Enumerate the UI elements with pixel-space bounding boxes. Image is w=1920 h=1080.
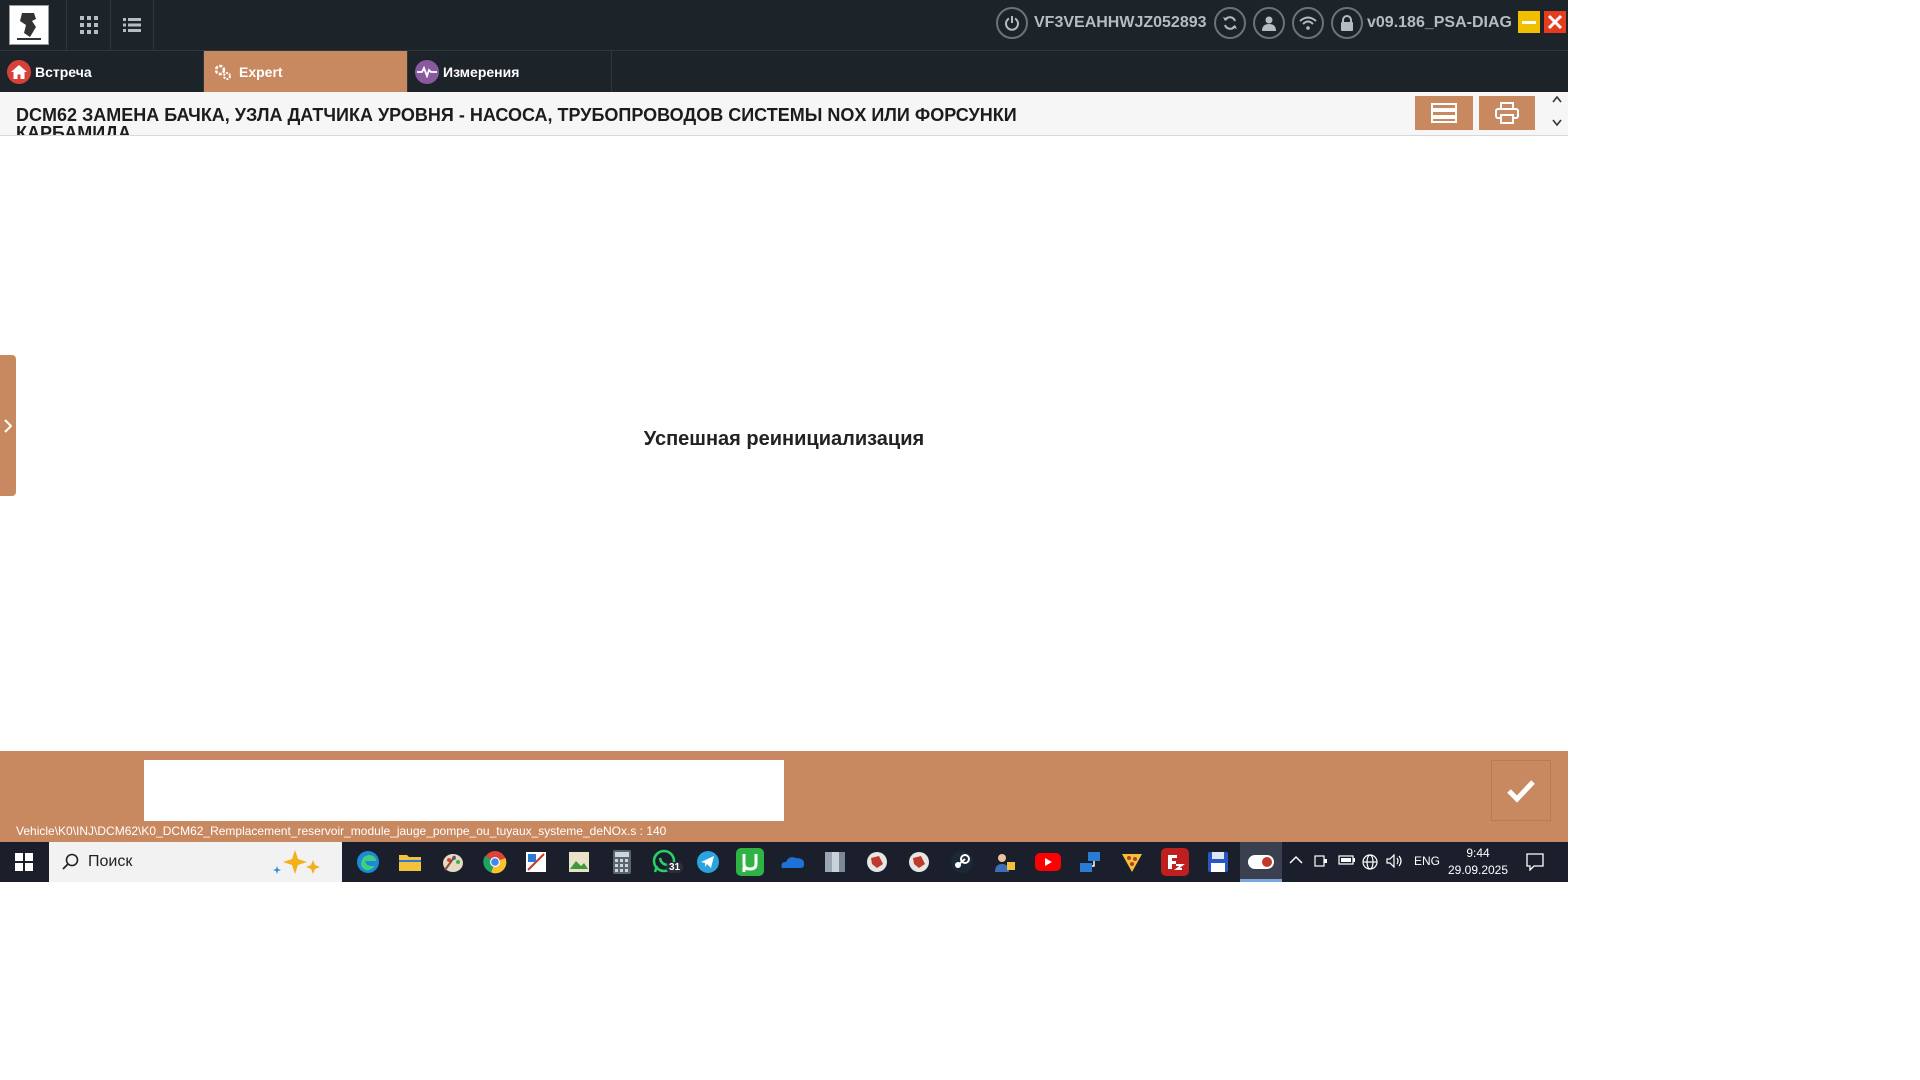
device-icon[interactable] [1313, 854, 1329, 871]
home-icon [7, 60, 31, 84]
save-app-icon[interactable] [1204, 848, 1232, 876]
version-label: v09.186_PSA-DIAG [1367, 14, 1512, 31]
globe-icon[interactable] [1362, 854, 1378, 873]
lock-button[interactable] [1331, 7, 1363, 39]
active-app-tile[interactable] [1240, 842, 1282, 882]
tab-expert-label: Expert [239, 64, 283, 80]
notification-icon [1526, 853, 1544, 872]
peugeot-logo[interactable] [9, 5, 49, 45]
clock-date: 29.09.2025 [1447, 863, 1509, 877]
winrar-icon[interactable] [821, 848, 849, 876]
apps-grid-button[interactable] [66, 0, 110, 50]
copilot-sparkle-icon [273, 850, 320, 874]
language-indicator[interactable]: ENG [1414, 854, 1440, 868]
steam-icon[interactable] [948, 848, 976, 876]
calculator-icon[interactable] [608, 848, 636, 876]
battery-icon[interactable] [1338, 854, 1356, 869]
list-view-button[interactable] [110, 0, 154, 50]
tab-bar: Встреча Expert Измерения [0, 50, 1568, 93]
menu-button[interactable] [1415, 96, 1473, 130]
whatsapp-icon[interactable]: 31 [651, 848, 684, 876]
filezilla-icon[interactable] [1161, 848, 1189, 876]
clock-time: 9:44 [1466, 846, 1490, 860]
user-icon [1262, 16, 1276, 31]
power-icon [1005, 16, 1019, 31]
toggle-app-icon [1248, 855, 1274, 869]
taskbar-search[interactable]: Поиск [49, 842, 342, 882]
tab-measurements[interactable]: Измерения [408, 51, 612, 93]
start-button[interactable] [0, 842, 48, 882]
edge-icon[interactable] [354, 848, 382, 876]
file-explorer-icon[interactable] [396, 848, 424, 876]
pizza-app-icon[interactable] [1118, 848, 1146, 876]
wifi-icon [1299, 16, 1317, 30]
tray-overflow[interactable] [1289, 854, 1303, 868]
notification-center[interactable] [1526, 853, 1544, 874]
script-path: Vehicle\K0\INJ\DCM62\K0_DCM62_Remplaceme… [16, 824, 667, 838]
close-icon [1547, 14, 1563, 30]
scroll-up-arrow[interactable] [1552, 95, 1562, 106]
search-icon [62, 853, 79, 870]
gears-icon [211, 60, 235, 84]
onedrive-icon[interactable] [779, 848, 807, 876]
title-bar: DCM62 ЗАМЕНА БАЧКА, УЗЛА ДАТЧИКА УРОВНЯ … [0, 92, 1568, 136]
checkmark-icon [1507, 779, 1535, 803]
power-button[interactable] [996, 7, 1028, 39]
chrome-icon[interactable] [481, 848, 509, 876]
top-bar: VF3VEAHHWJZ052893 v09.186_PSA-DIAG [0, 0, 1568, 50]
tab-meeting-label: Встреча [35, 64, 92, 80]
clock[interactable]: 9:44 29.09.2025 [1445, 845, 1511, 879]
image-viewer-icon[interactable] [565, 848, 593, 876]
chevron-down-icon [1552, 119, 1562, 127]
chevron-up-icon [1552, 95, 1562, 103]
list-icon [123, 18, 141, 32]
youtube-icon[interactable] [1034, 848, 1062, 876]
pulse-icon [415, 60, 439, 84]
printer-icon [1495, 102, 1519, 124]
search-placeholder: Поиск [88, 853, 133, 870]
scroll-down-arrow[interactable] [1552, 119, 1562, 130]
status-message: Успешная реинициализация [643, 428, 925, 450]
response-input[interactable] [144, 760, 784, 821]
page-title: DCM62 ЗАМЕНА БАЧКА, УЗЛА ДАТЧИКА УРОВНЯ … [16, 105, 1017, 136]
minimize-button[interactable] [1518, 11, 1540, 33]
refresh-button[interactable] [1214, 7, 1246, 39]
user-button[interactable] [1253, 7, 1285, 39]
network-app-icon[interactable] [1076, 848, 1104, 876]
utorrent-icon[interactable] [736, 848, 764, 876]
user-accounts-icon[interactable] [991, 848, 1019, 876]
chevron-up-icon [1289, 855, 1303, 864]
tab-measurements-label: Измерения [443, 64, 520, 80]
whatsapp-badge: 31 [666, 862, 684, 873]
tab-meeting[interactable]: Встреча [0, 51, 204, 93]
lock-icon [1341, 15, 1353, 31]
windows-taskbar: Поиск 31 ENG 9:44 29.09.2025 [0, 842, 1568, 882]
telegram-icon[interactable] [694, 848, 722, 876]
windows-icon [15, 853, 33, 871]
form-list-icon [1431, 103, 1457, 123]
diag-app-icon-2[interactable] [905, 848, 933, 876]
paint-icon[interactable] [439, 848, 467, 876]
diag-app-icon-1[interactable] [863, 848, 891, 876]
side-panel-toggle[interactable] [0, 355, 16, 496]
grid-icon [79, 16, 98, 34]
wifi-button[interactable] [1292, 7, 1324, 39]
confirm-button[interactable] [1491, 760, 1551, 821]
vin-label: VF3VEAHHWJZ052893 [1034, 14, 1207, 31]
print-button[interactable] [1479, 96, 1535, 130]
snipping-tool-icon[interactable] [522, 848, 550, 876]
close-button[interactable] [1544, 11, 1566, 33]
volume-icon[interactable] [1386, 853, 1404, 871]
bottom-panel: Vehicle\K0\INJ\DCM62\K0_DCM62_Remplaceme… [0, 751, 1568, 842]
tab-expert[interactable]: Expert [204, 51, 408, 93]
refresh-icon [1223, 16, 1237, 30]
